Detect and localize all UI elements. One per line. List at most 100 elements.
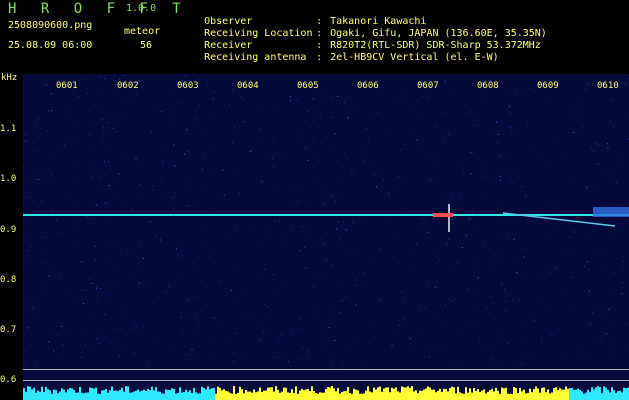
power-bar <box>437 390 439 400</box>
noise-speck <box>456 260 458 262</box>
noise-speck <box>303 120 305 121</box>
noise-speck <box>25 256 27 258</box>
noise-speck <box>173 144 175 146</box>
noise-speck <box>24 197 26 199</box>
noise-speck <box>136 93 138 95</box>
noise-speck <box>573 179 574 181</box>
noise-speck <box>238 267 239 269</box>
noise-speck <box>173 208 174 210</box>
noise-speck <box>511 112 512 114</box>
noise-speck <box>301 346 303 348</box>
noise-speck <box>513 174 515 176</box>
power-bar <box>237 392 239 400</box>
power-bar <box>569 388 571 400</box>
noise-speck <box>45 84 47 86</box>
noise-speck <box>444 81 446 83</box>
noise-speck <box>343 221 345 223</box>
noise-speck <box>263 321 265 323</box>
power-bar <box>61 388 63 400</box>
power-bar <box>601 393 603 400</box>
noise-speck <box>343 152 345 154</box>
noise-speck <box>436 125 438 127</box>
power-bar <box>479 392 481 400</box>
noise-speck <box>156 108 158 110</box>
noise-speck <box>233 300 235 302</box>
noise-speck <box>474 275 476 277</box>
noise-speck <box>516 272 518 273</box>
noise-speck <box>41 200 43 202</box>
noise-speck <box>166 292 168 294</box>
noise-speck <box>295 365 297 367</box>
noise-speck <box>115 270 117 272</box>
noise-speck <box>362 217 364 219</box>
power-bar <box>575 389 577 400</box>
noise-speck <box>412 212 414 214</box>
noise-speck <box>409 338 411 340</box>
noise-speck <box>215 262 216 264</box>
noise-speck <box>512 182 514 184</box>
power-bar <box>251 392 253 400</box>
noise-speck <box>129 329 131 331</box>
power-bar <box>113 390 115 400</box>
power-bar <box>31 389 33 400</box>
noise-speck <box>428 351 430 353</box>
noise-speck <box>507 342 509 344</box>
power-bar <box>509 393 511 400</box>
noise-speck <box>342 300 344 302</box>
noise-speck <box>292 333 294 335</box>
power-bar <box>613 390 615 400</box>
power-bar <box>617 391 619 400</box>
noise-speck <box>604 330 606 332</box>
power-bar <box>515 387 517 400</box>
power-bar <box>581 391 583 400</box>
noise-speck <box>124 155 126 156</box>
noise-speck <box>354 171 356 173</box>
power-bar <box>191 393 193 400</box>
noise-speck <box>258 246 260 248</box>
noise-speck <box>304 246 306 248</box>
noise-speck <box>323 197 325 199</box>
power-bar <box>343 391 345 400</box>
noise-speck <box>464 104 466 106</box>
noise-speck <box>610 325 612 327</box>
noise-speck <box>170 89 172 90</box>
noise-speck <box>492 132 494 134</box>
noise-speck <box>436 263 438 265</box>
noise-speck <box>100 177 102 178</box>
noise-speck <box>255 349 257 351</box>
noise-speck <box>34 150 36 152</box>
noise-speck <box>561 175 563 177</box>
power-bar <box>441 391 443 400</box>
power-bar <box>49 390 51 400</box>
noise-speck <box>621 76 623 78</box>
noise-speck <box>57 149 59 151</box>
power-bar <box>219 387 221 400</box>
power-bar <box>133 391 135 400</box>
noise-speck <box>66 139 68 141</box>
power-bar <box>33 387 35 400</box>
power-bar <box>493 391 495 400</box>
noise-speck <box>452 301 454 302</box>
noise-speck <box>170 204 172 206</box>
noise-speck <box>481 175 482 177</box>
noise-speck <box>137 264 139 266</box>
power-bar <box>467 392 469 400</box>
power-bar <box>405 387 407 400</box>
noise-speck <box>84 290 86 291</box>
power-bar <box>41 386 43 400</box>
noise-speck <box>517 131 519 132</box>
power-bar <box>595 387 597 400</box>
noise-speck <box>572 229 574 231</box>
noise-speck <box>346 157 348 159</box>
power-bar <box>541 387 543 400</box>
power-bar <box>209 389 211 400</box>
noise-speck <box>409 132 411 134</box>
noise-speck <box>555 267 557 269</box>
power-bar <box>497 390 499 400</box>
noise-speck <box>281 283 283 285</box>
noise-speck <box>110 129 112 131</box>
noise-speck <box>62 343 64 345</box>
noise-speck <box>225 341 227 343</box>
power-bar <box>179 387 181 400</box>
y-tick-label: 1.0 <box>0 174 17 184</box>
